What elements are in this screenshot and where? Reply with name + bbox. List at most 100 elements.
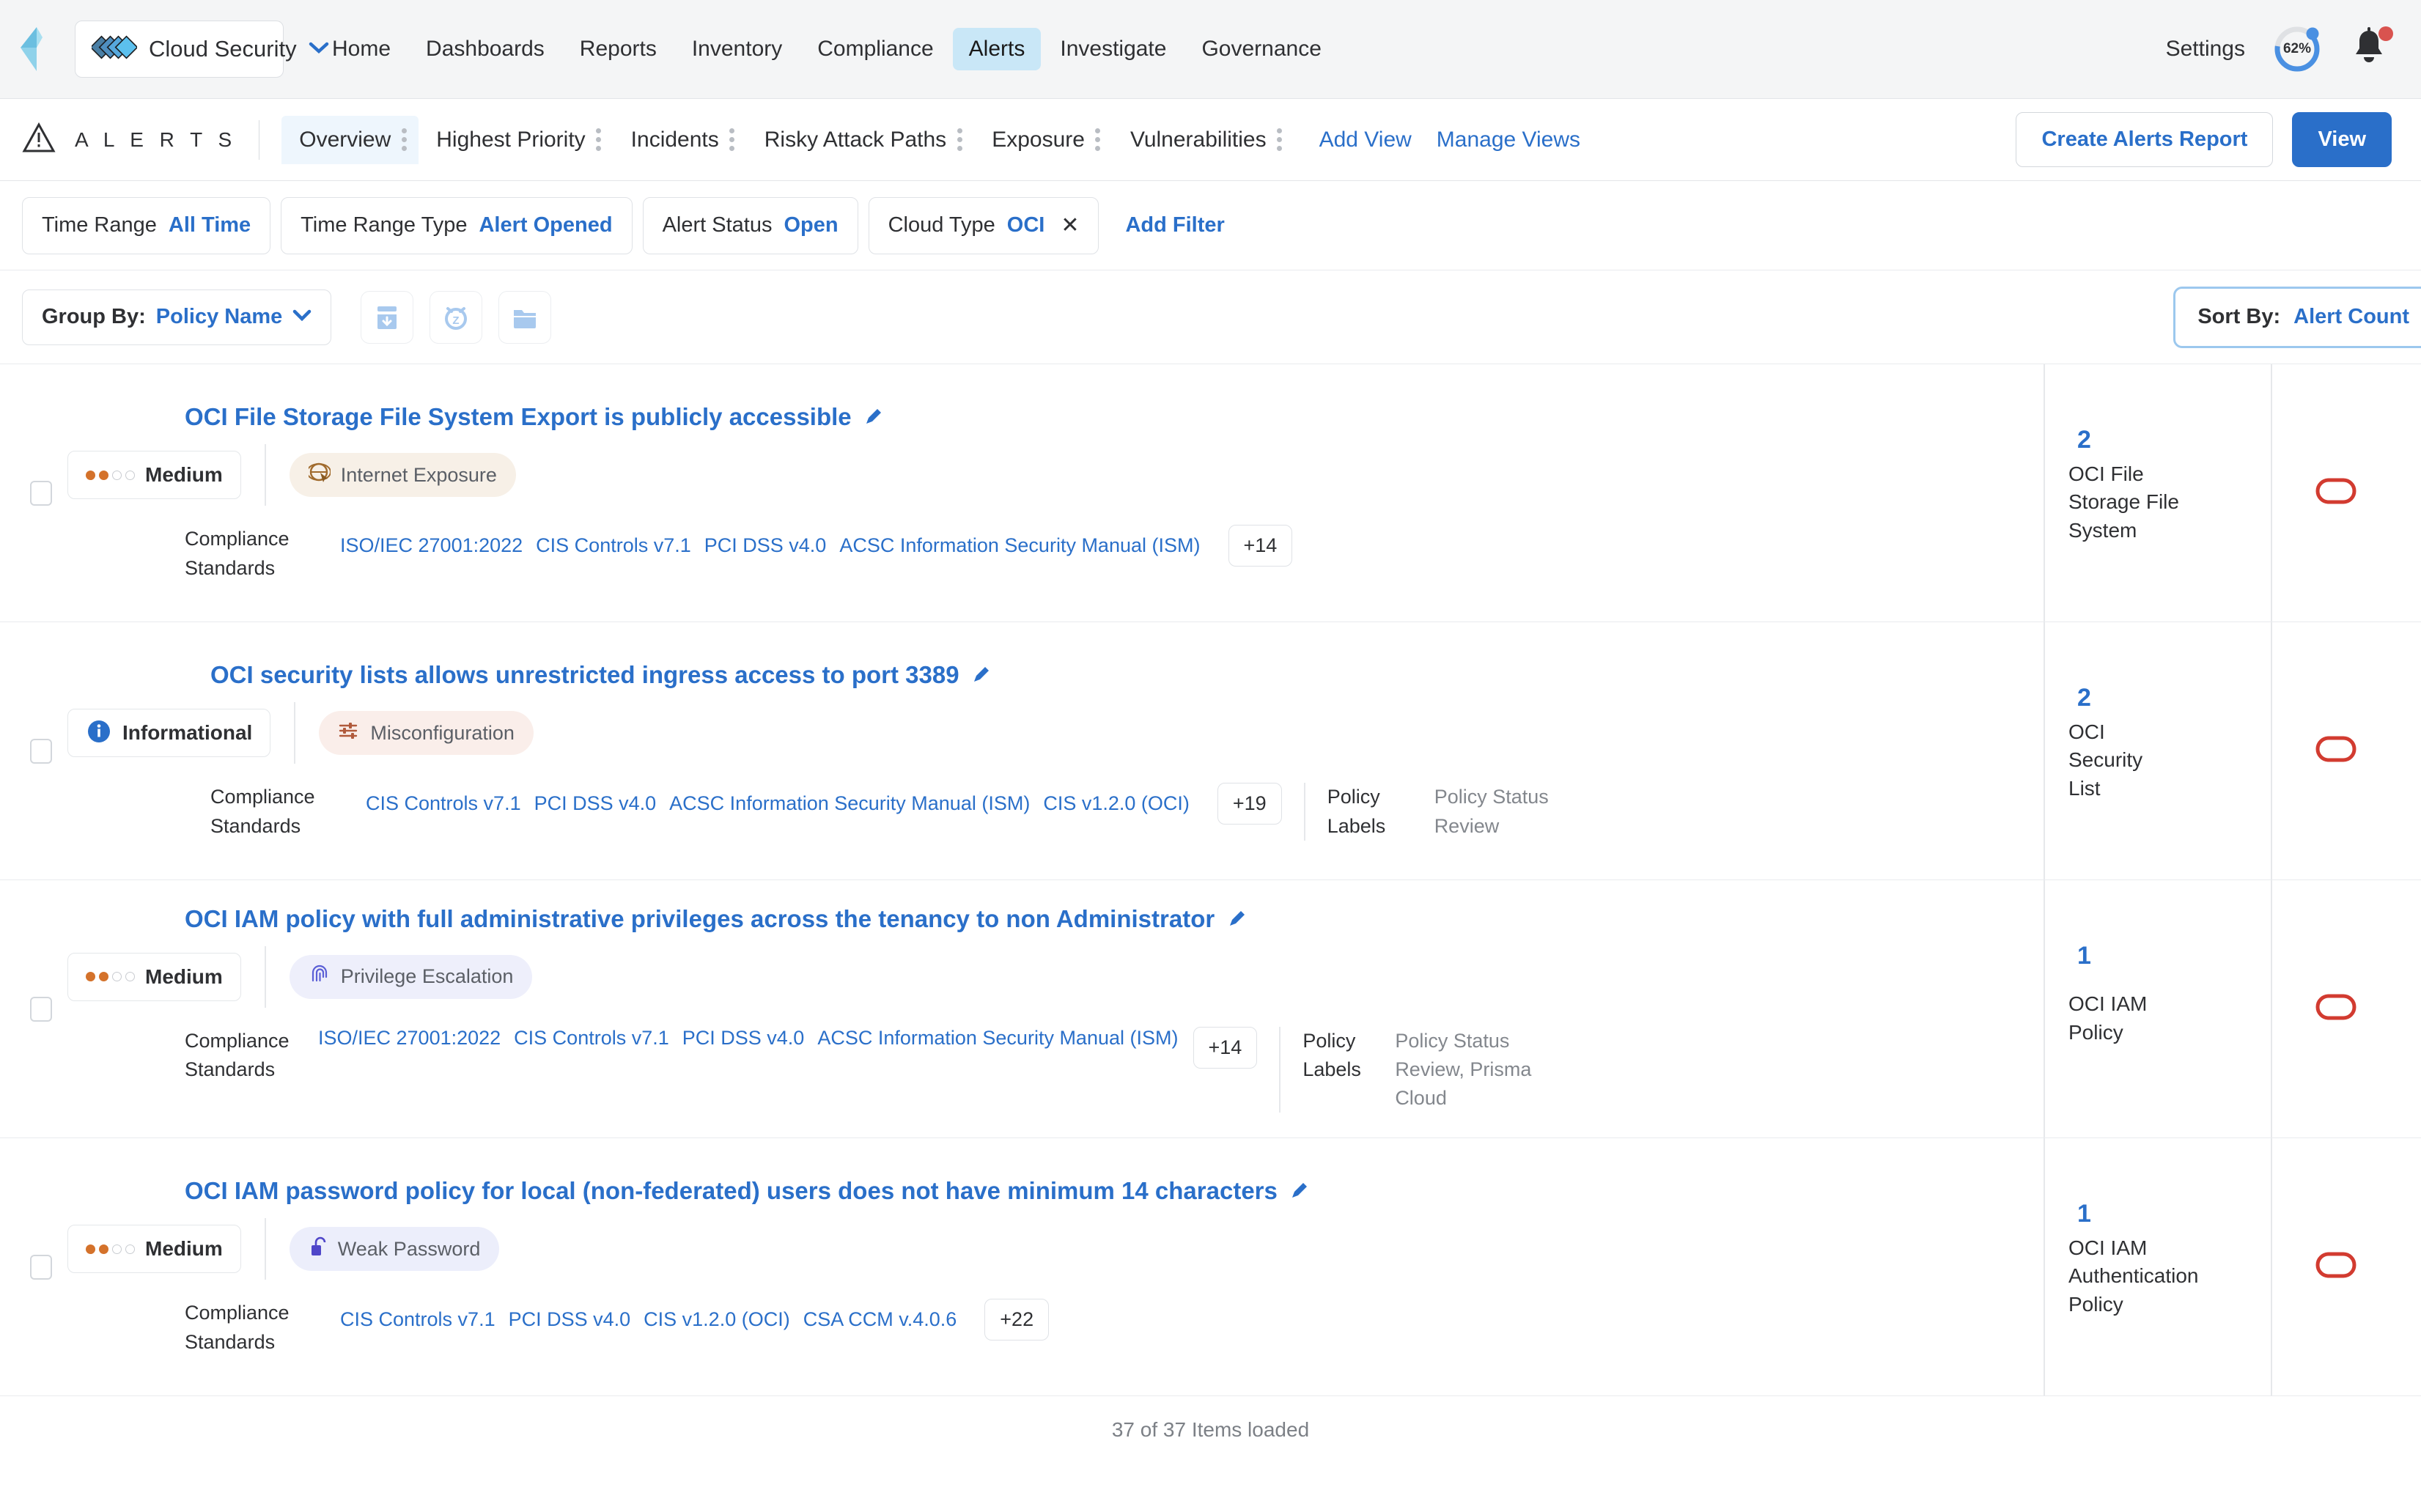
- tab-vulnerabilities[interactable]: Vulnerabilities: [1113, 116, 1294, 164]
- compliance-standard-link[interactable]: ACSC Information Security Manual (ISM): [817, 1027, 1178, 1050]
- table-row[interactable]: OCI IAM policy with full administrative …: [0, 880, 2421, 1138]
- alert-count[interactable]: 2: [2077, 684, 2091, 712]
- sort-by-dropdown[interactable]: Sort By: Alert Count: [2178, 292, 2421, 343]
- tab-incidents[interactable]: Incidents: [613, 116, 747, 164]
- compliance-more-badge[interactable]: +14: [1193, 1027, 1258, 1069]
- nav-item-investigate[interactable]: Investigate: [1044, 28, 1182, 70]
- suppress-pill-icon[interactable]: [2315, 994, 2356, 1024]
- suppress-pill-icon[interactable]: [2315, 736, 2356, 766]
- tab-incidents-kebab-icon[interactable]: [722, 128, 742, 151]
- group-by-dropdown[interactable]: Group By: Policy Name: [22, 290, 331, 345]
- severity-badge[interactable]: Informational: [67, 709, 270, 757]
- compliance-standard-link[interactable]: CIS v1.2.0 (OCI): [1043, 792, 1190, 815]
- row-checkbox[interactable]: [30, 481, 52, 506]
- nav-item-compliance[interactable]: Compliance: [801, 28, 949, 70]
- edit-pencil-icon[interactable]: [1289, 1191, 1308, 1203]
- compliance-more-badge[interactable]: +14: [1228, 525, 1293, 567]
- group-by-label: Group By:: [42, 305, 146, 329]
- filter-cloud-type[interactable]: Cloud Type OCI ✕: [869, 197, 1099, 254]
- edit-pencil-icon[interactable]: [863, 417, 882, 429]
- nav-item-reports[interactable]: Reports: [564, 28, 673, 70]
- tab-overview[interactable]: Overview: [281, 116, 419, 164]
- filter-time-range-type[interactable]: Time Range Type Alert Opened: [281, 197, 632, 254]
- alert-policy-title[interactable]: OCI IAM password policy for local (non-f…: [185, 1177, 1278, 1204]
- alert-count[interactable]: 1: [2077, 1200, 2091, 1228]
- resource-type-label: OCI IAM Policy: [2068, 990, 2164, 1047]
- tab-vulnerabilities-kebab-icon[interactable]: [1270, 128, 1290, 151]
- alerts-view-tabbar: A L E R T S Overview Highest Priority In…: [0, 99, 2421, 181]
- severity-and-tag-line: Medium Privilege Escalation: [67, 946, 2044, 1008]
- suppress-pill-icon[interactable]: [2315, 478, 2356, 508]
- tab-highest-priority[interactable]: Highest Priority: [419, 116, 613, 164]
- table-row[interactable]: OCI security lists allows unrestricted i…: [0, 622, 2421, 880]
- filter-alert-status[interactable]: Alert Status Open: [643, 197, 858, 254]
- severity-badge[interactable]: Medium: [67, 451, 241, 499]
- compliance-standard-link[interactable]: CIS Controls v7.1: [514, 1027, 669, 1050]
- edit-pencil-icon[interactable]: [1227, 919, 1246, 932]
- add-filter-link[interactable]: Add Filter: [1125, 213, 1224, 237]
- compliance-standard-link[interactable]: CIS Controls v7.1: [536, 534, 691, 557]
- tab-risky-attack-paths[interactable]: Risky Attack Paths: [747, 116, 974, 164]
- compliance-standard-link[interactable]: ISO/IEC 27001:2022: [318, 1027, 501, 1050]
- row-count-cell: 2 OCI File Storage File System: [2044, 364, 2271, 622]
- compliance-standard-link[interactable]: CIS Controls v7.1: [366, 792, 521, 815]
- tab-exposure-kebab-icon[interactable]: [1088, 128, 1108, 151]
- nav-item-governance[interactable]: Governance: [1185, 28, 1337, 70]
- suppress-pill-icon[interactable]: [2315, 1252, 2356, 1282]
- notifications-bell-icon[interactable]: [2349, 26, 2392, 72]
- row-action-cell: [2271, 622, 2399, 879]
- settings-link[interactable]: Settings: [2166, 37, 2245, 62]
- table-row[interactable]: OCI File Storage File System Export is p…: [0, 364, 2421, 622]
- alert-count[interactable]: 2: [2077, 426, 2091, 454]
- archive-download-icon[interactable]: [361, 291, 413, 344]
- row-checkbox[interactable]: [30, 997, 52, 1022]
- manage-views-link[interactable]: Manage Views: [1437, 128, 1580, 152]
- severity-badge[interactable]: Medium: [67, 953, 241, 1001]
- edit-pencil-icon[interactable]: [971, 675, 990, 687]
- compliance-standard-link[interactable]: PCI DSS v4.0: [682, 1027, 805, 1050]
- tab-highest-priority-kebab-icon[interactable]: [589, 128, 609, 151]
- chevron-down-icon[interactable]: [292, 309, 312, 325]
- compliance-standard-link[interactable]: PCI DSS v4.0: [704, 534, 827, 557]
- nav-item-home[interactable]: Home: [316, 28, 407, 70]
- app-switcher[interactable]: Cloud Security: [75, 21, 284, 78]
- filter-key: Time Range: [42, 213, 157, 237]
- snooze-alarm-icon[interactable]: Z: [430, 291, 482, 344]
- compliance-standard-link[interactable]: PCI DSS v4.0: [534, 792, 657, 815]
- alert-policy-title[interactable]: OCI File Storage File System Export is p…: [185, 403, 852, 430]
- add-view-link[interactable]: Add View: [1319, 128, 1412, 152]
- compliance-standard-link[interactable]: ISO/IEC 27001:2022: [340, 534, 523, 557]
- nav-item-alerts[interactable]: Alerts: [953, 28, 1042, 70]
- folder-icon[interactable]: [498, 291, 551, 344]
- nav-item-dashboards[interactable]: Dashboards: [410, 28, 561, 70]
- resource-type-label: OCI IAM Authentication Policy: [2068, 1234, 2197, 1319]
- tab-risky-attack-paths-kebab-icon[interactable]: [949, 128, 970, 151]
- compliance-standard-link[interactable]: CIS v1.2.0 (OCI): [644, 1308, 790, 1331]
- tab-exposure[interactable]: Exposure: [974, 116, 1113, 164]
- row-checkbox[interactable]: [30, 739, 52, 764]
- alert-category-tag[interactable]: Privilege Escalation: [290, 955, 533, 999]
- nav-item-inventory[interactable]: Inventory: [676, 28, 798, 70]
- compliance-more-badge[interactable]: +19: [1217, 783, 1282, 825]
- alert-policy-title[interactable]: OCI IAM policy with full administrative …: [185, 905, 1215, 932]
- severity-badge[interactable]: Medium: [67, 1225, 241, 1273]
- compliance-more-badge[interactable]: +22: [984, 1299, 1049, 1340]
- compliance-standard-link[interactable]: ACSC Information Security Manual (ISM): [839, 534, 1200, 557]
- tab-overview-kebab-icon[interactable]: [394, 128, 414, 151]
- filter-time-range[interactable]: Time Range All Time: [22, 197, 270, 254]
- compliance-standard-link[interactable]: CIS Controls v7.1: [340, 1308, 495, 1331]
- compliance-standard-link[interactable]: ACSC Information Security Manual (ISM): [669, 792, 1030, 815]
- close-icon[interactable]: ✕: [1061, 213, 1079, 238]
- alert-policy-title[interactable]: OCI security lists allows unrestricted i…: [210, 661, 959, 688]
- alert-category-tag[interactable]: Weak Password: [290, 1227, 500, 1271]
- table-row[interactable]: OCI IAM password policy for local (non-f…: [0, 1138, 2421, 1396]
- onboarding-progress-ring[interactable]: 62%: [2273, 25, 2321, 73]
- alert-category-tag[interactable]: Internet Exposure: [290, 453, 516, 497]
- row-checkbox[interactable]: [30, 1255, 52, 1280]
- compliance-standard-link[interactable]: CSA CCM v.4.0.6: [803, 1308, 957, 1331]
- alert-category-tag[interactable]: Misconfiguration: [319, 711, 534, 755]
- view-button[interactable]: View: [2292, 112, 2392, 167]
- alert-count[interactable]: 1: [2077, 942, 2091, 970]
- create-alerts-report-button[interactable]: Create Alerts Report: [2016, 112, 2273, 167]
- compliance-standard-link[interactable]: PCI DSS v4.0: [509, 1308, 631, 1331]
